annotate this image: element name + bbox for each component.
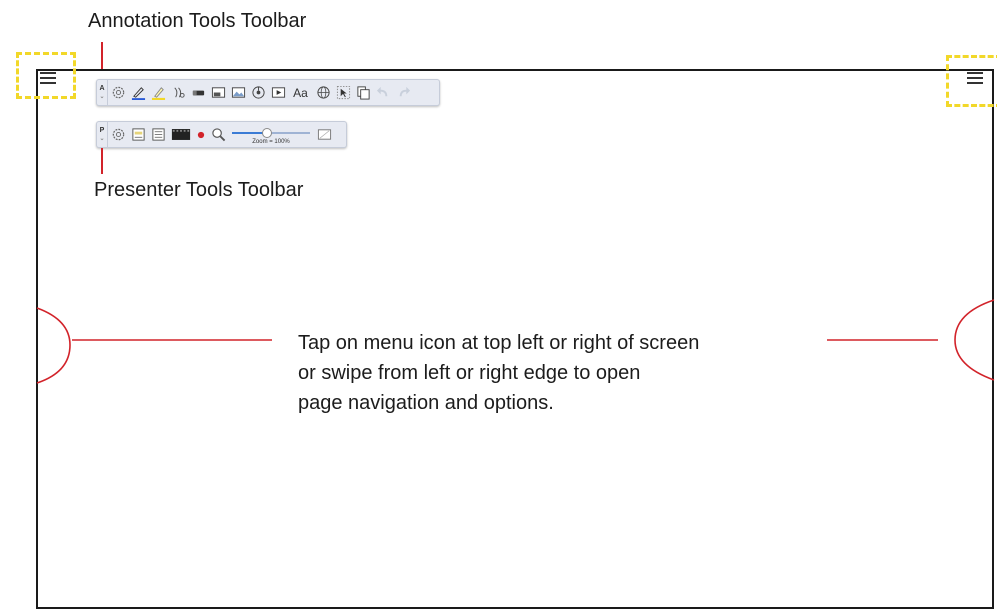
- audio-icon[interactable]: [250, 84, 267, 101]
- highlighter-icon[interactable]: [150, 84, 167, 101]
- instruction-line-3: page navigation and options.: [298, 392, 554, 414]
- presenter-toolbar-handle[interactable]: P ⌄: [97, 122, 108, 147]
- magnifier-icon[interactable]: [210, 126, 227, 143]
- instruction-line-1: Tap on menu icon at top left or right of…: [298, 332, 700, 354]
- select-icon[interactable]: [335, 84, 352, 101]
- right-hamburger-menu-icon[interactable]: [967, 72, 983, 84]
- zoom-slider[interactable]: Zoom = 100%: [230, 126, 312, 145]
- text-tool-label: Aa: [293, 85, 308, 100]
- left-hamburger-menu-icon[interactable]: [40, 72, 56, 84]
- presenter-settings-gear-icon[interactable]: [110, 126, 127, 143]
- fullscreen-icon[interactable]: [316, 126, 333, 143]
- file-icon[interactable]: [130, 126, 147, 143]
- presenter-toolbar: P ⌄ Zoom = 100%: [96, 121, 347, 148]
- presenter-toolbar-label: Presenter Tools Toolbar: [94, 179, 304, 201]
- text-tool[interactable]: Aa: [290, 84, 312, 101]
- copy-icon[interactable]: [355, 84, 372, 101]
- annotation-toolbar-handle[interactable]: A ⌄: [97, 80, 108, 105]
- zoom-label: Zoom = 100%: [252, 138, 290, 145]
- record-dot-icon[interactable]: [195, 126, 207, 143]
- slides-icon[interactable]: [150, 126, 167, 143]
- eraser-icon[interactable]: [190, 84, 207, 101]
- image-insert-icon[interactable]: [210, 84, 227, 101]
- annotation-toolbar-label: Annotation Tools Toolbar: [88, 10, 307, 32]
- presenter-callout-line: [101, 148, 103, 174]
- undo-icon[interactable]: [375, 84, 392, 101]
- instruction-line-2: or swipe from left or right edge to open: [298, 362, 641, 384]
- annotation-handle-letter: A: [99, 84, 105, 92]
- instruction-text: Tap on menu icon at top left or right of…: [298, 328, 858, 418]
- globe-icon[interactable]: [315, 84, 332, 101]
- zoom-thumb[interactable]: [262, 127, 273, 138]
- picture-icon[interactable]: [230, 84, 247, 101]
- presenter-handle-letter: P: [99, 126, 105, 134]
- settings-gear-icon[interactable]: [110, 84, 127, 101]
- video-icon[interactable]: [270, 84, 287, 101]
- film-strip-icon[interactable]: [170, 126, 192, 143]
- annotation-toolbar: A ⌄ Aa: [96, 79, 440, 106]
- stamp-icon[interactable]: [170, 84, 187, 101]
- pen-icon[interactable]: [130, 84, 147, 101]
- redo-icon[interactable]: [395, 84, 412, 101]
